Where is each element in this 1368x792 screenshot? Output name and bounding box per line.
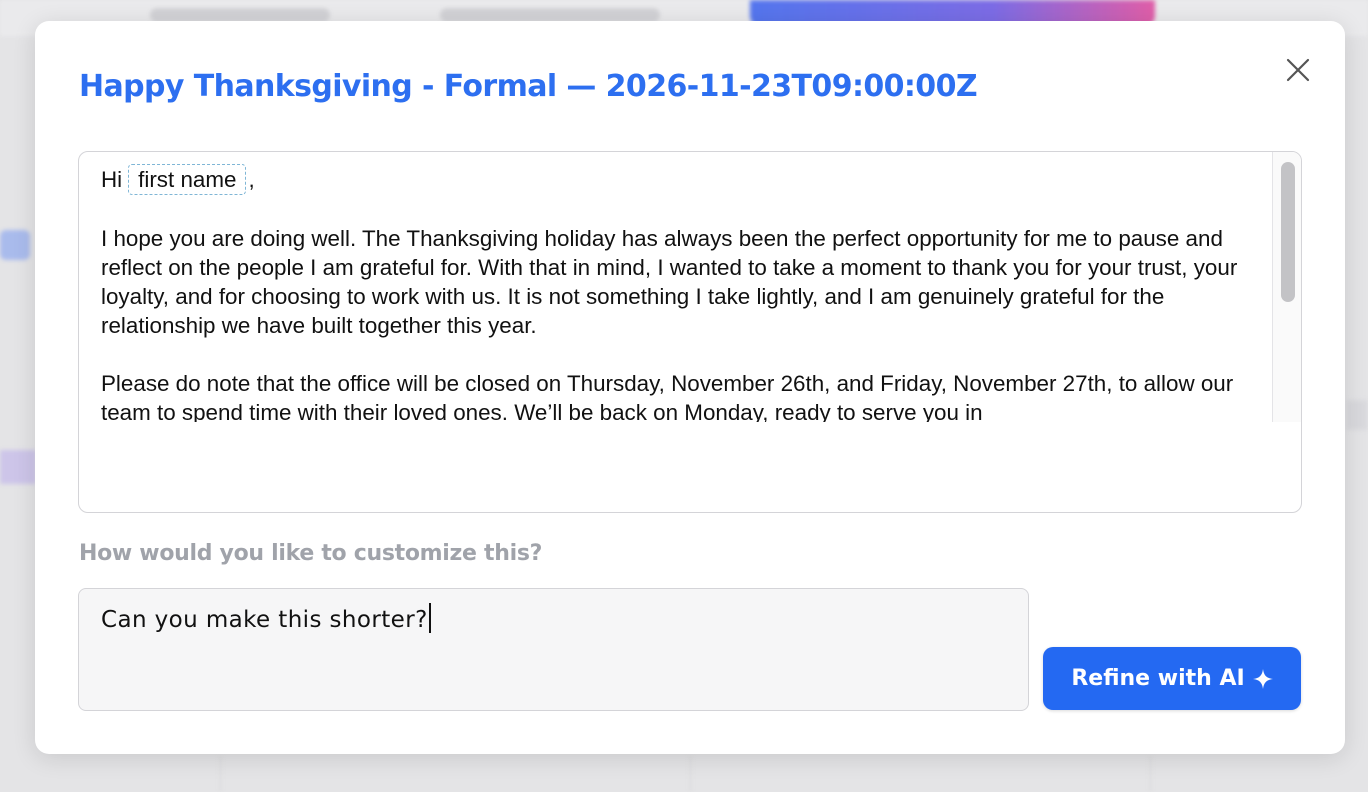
editor-scrollbar[interactable]: [1272, 152, 1301, 422]
modal-title: Happy Thanksgiving - Formal — 2026-11-23…: [79, 69, 978, 104]
background-filter: [150, 8, 330, 22]
background-sidebar-item: [0, 450, 36, 484]
background-divider: [1150, 755, 1151, 792]
background-divider: [690, 755, 691, 792]
background-panel: [1346, 400, 1368, 430]
body-paragraph: I hope you are doing well. The Thanksgiv…: [101, 226, 1238, 338]
close-button[interactable]: [1282, 54, 1314, 86]
refine-with-ai-button[interactable]: Refine with AI: [1043, 647, 1301, 710]
email-body-editor[interactable]: Hi first name, I hope you are doing well.…: [78, 151, 1302, 513]
background-divider: [220, 755, 221, 792]
background-sidebar-item: [0, 230, 30, 260]
text-caret: [428, 603, 431, 633]
email-template-modal: Happy Thanksgiving - Formal — 2026-11-23…: [35, 21, 1345, 754]
body-paragraph: Please do note that the office will be c…: [101, 371, 1234, 422]
customize-label: How would you like to customize this?: [79, 541, 543, 566]
greeting-prefix: Hi: [101, 167, 123, 192]
greeting-line: Hi first name,: [101, 164, 1251, 195]
scrollbar-thumb[interactable]: [1281, 162, 1295, 302]
email-body-content[interactable]: Hi first name, I hope you are doing well.…: [101, 164, 1251, 422]
sparkle-icon: [1252, 668, 1273, 689]
customize-input[interactable]: Can you make this shorter?: [78, 588, 1029, 711]
background-filter: [440, 8, 660, 22]
first-name-token[interactable]: first name: [128, 164, 247, 195]
refine-button-label: Refine with AI: [1071, 666, 1245, 691]
customize-input-value: Can you make this shorter?: [101, 607, 428, 633]
greeting-suffix: ,: [248, 167, 255, 192]
close-icon: [1286, 58, 1310, 82]
